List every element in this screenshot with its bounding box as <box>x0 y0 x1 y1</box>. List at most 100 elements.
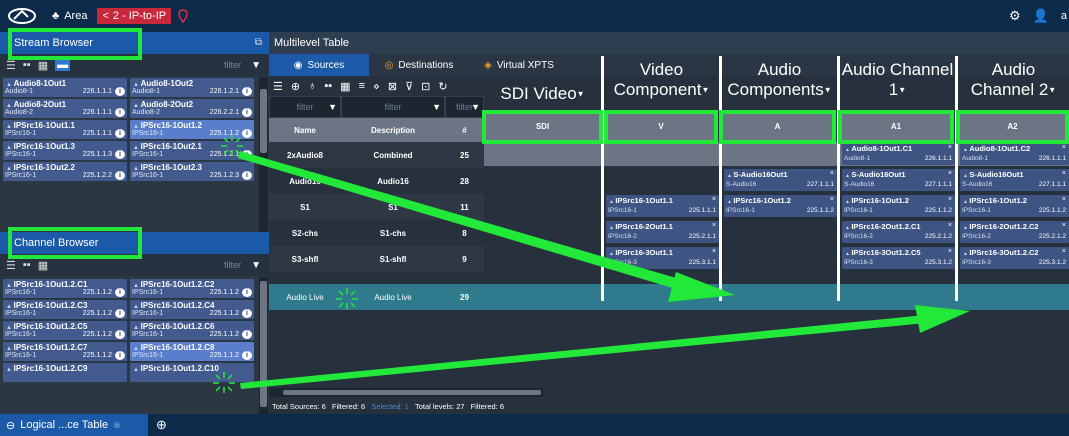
remove-icon[interactable]: × <box>948 170 952 177</box>
info-icon[interactable]: i <box>242 288 252 297</box>
tile-view-icon[interactable]: ▪▪ <box>23 259 31 271</box>
stream-scrollbar[interactable] <box>259 77 268 233</box>
channel-scrollbar[interactable] <box>259 277 268 414</box>
info-icon[interactable]: i <box>115 171 125 180</box>
stream-tile[interactable]: IPSrc16-1Out1.3IPSrc16-1 225.1.1.3i <box>3 141 127 160</box>
selected-row-levels[interactable] <box>484 284 1069 310</box>
col-header-number[interactable]: # <box>445 118 484 142</box>
add-tab-icon[interactable]: ⊕ <box>156 417 167 433</box>
stream-tile[interactable]: IPSrc16-1Out1.2.C7IPSrc16-1 225.1.1.2i <box>3 342 127 361</box>
stream-tile[interactable]: Audio8-2Out2Audio8-2 226.2.2.1i <box>130 99 254 118</box>
chip-a2-s2[interactable]: IPSrc16-2Out1.2.C2×IPSrc16-2225.2.1.2 <box>960 221 1069 243</box>
level-header-sdi[interactable]: SDI Video▼ <box>484 84 601 105</box>
remove-icon[interactable]: × <box>1062 222 1066 229</box>
stream-tile[interactable]: IPSrc16-1Out1.2.C10 <box>130 363 254 382</box>
stream-tile[interactable]: IPSrc16-1Out1.1IPSrc16-1 225.1.1.1i <box>3 120 127 139</box>
info-icon[interactable]: i <box>115 351 125 360</box>
remove-icon[interactable]: × <box>830 170 834 177</box>
info-icon[interactable]: i <box>242 108 252 117</box>
chip-a1-s3[interactable]: IPSrc16-3Out1.2.C5×IPSrc16-3225.3.1.2 <box>842 247 955 269</box>
name-filter-input[interactable]: filter ▼ <box>269 96 341 118</box>
stream-filter-input[interactable]: filter <box>224 60 241 70</box>
info-icon[interactable]: i <box>115 108 125 117</box>
info-icon[interactable]: i <box>242 150 252 159</box>
grid-view-icon[interactable]: ▦ <box>38 259 48 272</box>
stream-tile[interactable]: IPSrc16-1Out1.2.C2IPSrc16-1 225.1.1.2i <box>130 279 254 298</box>
info-icon[interactable]: i <box>242 129 252 138</box>
stream-tile[interactable]: IPSrc16-1Out1.2IPSrc16-1 225.1.1.2i <box>130 120 254 139</box>
table-row[interactable]: Audio16 Audio16 28 <box>269 168 484 194</box>
clear-filter-icon[interactable]: ⊠ <box>388 80 397 93</box>
chip-a-s1[interactable]: IPSrc16-1Out1.2×IPSrc16-1225.1.1.2 <box>724 195 837 217</box>
stream-tile[interactable]: IPSrc16-1Out2.3IPSrc16-1 225.1.2.3i <box>130 162 254 181</box>
stream-tile[interactable]: IPSrc16-1Out2.1IPSrc16-1 225.1.2.1i <box>130 141 254 160</box>
remove-icon[interactable]: × <box>830 196 834 203</box>
desc-filter-input[interactable]: filter ▼ <box>341 96 445 118</box>
user-icon[interactable]: 👤 <box>1033 8 1049 24</box>
chip-v-s2[interactable]: IPSrc16-2Out1.1×IPSrc16-2225.2.1.1 <box>606 221 719 243</box>
chip-a2-audio16[interactable]: S-Audio16Out1×S-Audio16227.1.1.1 <box>960 169 1069 191</box>
delete-icon[interactable]: ♁ <box>308 80 316 92</box>
tile-view-icon[interactable]: ▪▪ <box>23 59 31 71</box>
table-row[interactable]: S2-chs S1-chs 8 <box>269 220 484 246</box>
external-window-icon[interactable]: ⧉ <box>255 37 262 48</box>
stream-tile[interactable]: IPSrc16-1Out1.2.C3IPSrc16-1 225.1.1.2i <box>3 300 127 319</box>
info-icon[interactable]: i <box>115 150 125 159</box>
close-icon[interactable]: ⊗ <box>113 420 121 431</box>
stream-tile[interactable]: IPSrc16-1Out1.2.C9 <box>3 363 127 382</box>
remove-icon[interactable]: × <box>948 144 952 151</box>
info-icon[interactable]: i <box>115 288 125 297</box>
stream-tile[interactable]: IPSrc16-1Out1.2.C8IPSrc16-1 225.1.1.2i <box>130 342 254 361</box>
chip-a1-s2[interactable]: IPSrc16-2Out1.2.C1×IPSrc16-2225.2.1.2 <box>842 221 955 243</box>
compact-view-icon[interactable]: ▬ <box>55 59 71 71</box>
remove-icon[interactable]: × <box>948 222 952 229</box>
remove-icon[interactable]: × <box>712 248 716 255</box>
grid-view-icon[interactable]: ▦ <box>340 80 350 93</box>
stream-tile[interactable]: IPSrc16-1Out1.2.C6IPSrc16-1 225.1.1.2i <box>130 321 254 340</box>
remove-icon[interactable]: × <box>712 222 716 229</box>
list-view-icon[interactable]: ☰ <box>6 59 16 72</box>
chip-v-s1[interactable]: IPSrc16-1Out1.1×IPSrc16-1225.1.1.1 <box>606 195 719 217</box>
tile-view-icon[interactable]: ▪▪ <box>324 80 332 92</box>
sort-icon[interactable]: ⋄ <box>373 80 380 93</box>
remove-icon[interactable]: × <box>948 196 952 203</box>
level-header-audio-components[interactable]: Audio Components▼ <box>722 60 837 101</box>
num-filter-input[interactable]: filter ▼ <box>445 96 484 118</box>
remove-icon[interactable]: × <box>948 248 952 255</box>
chip-a1-s1[interactable]: IPSrc16-1Out1.2×IPSrc16-1225.1.1.2 <box>842 195 955 217</box>
col-header-description[interactable]: Description <box>341 118 445 142</box>
info-icon[interactable]: i <box>115 330 125 339</box>
filter-icon[interactable]: ⊽ <box>405 80 413 93</box>
breadcrumb[interactable]: < 2 - IP-to-IP <box>97 8 172 24</box>
funnel-icon[interactable]: ▼ <box>251 60 261 71</box>
menu-icon[interactable]: ☰ <box>273 80 283 93</box>
tab-sources[interactable]: ◉ Sources <box>269 54 369 76</box>
funnel-icon[interactable]: ▼ <box>251 260 261 271</box>
level-header-audio-ch2[interactable]: Audio Channel 2▼ <box>958 60 1069 101</box>
area-menu[interactable]: ♣ Area <box>52 10 87 22</box>
channel-filter-input[interactable]: filter <box>224 260 241 270</box>
remove-icon[interactable]: × <box>712 196 716 203</box>
chip-v-s3[interactable]: IPSrc16-3Out1.1×IPSrc16-3225.3.1.1 <box>606 247 719 269</box>
tab-virtual-xpts[interactable]: ◈ Virtual XPTS <box>469 54 569 76</box>
tab-destinations[interactable]: ◎ Destinations <box>369 54 469 76</box>
col-header-name[interactable]: Name <box>269 118 341 142</box>
stream-tile[interactable]: Audio8-2Out1Audio8-2 226.1.1.1i <box>3 99 127 118</box>
stream-tile[interactable]: IPSrc16-1Out2.2IPSrc16-1 225.1.2.2i <box>3 162 127 181</box>
stream-tile[interactable]: IPSrc16-1Out1.2.C4IPSrc16-1 225.1.1.2i <box>130 300 254 319</box>
gear-icon[interactable]: ⚙ <box>1009 8 1021 24</box>
chip-a-audio16[interactable]: S-Audio16Out1×S-Audio16227.1.1.1 <box>724 169 837 191</box>
stream-tile[interactable]: Audio8-1Out1Audio8-1 226.1.1.1i <box>3 78 127 97</box>
info-icon[interactable]: i <box>242 330 252 339</box>
remove-icon[interactable]: × <box>1062 196 1066 203</box>
chip-a1-audio16[interactable]: S-Audio16Out1×S-Audio16227.1.1.1 <box>842 169 955 191</box>
chip-a2-s3[interactable]: IPSrc16-3Out1.2.C2×IPSrc16-3225.3.1.2 <box>960 247 1069 269</box>
info-icon[interactable]: i <box>242 171 252 180</box>
table-row[interactable]: S3-shfl S1-shfl 9 <box>269 246 484 272</box>
list-view-icon[interactable]: ☰ <box>6 259 16 272</box>
table-row[interactable]: S1 S1 11 <box>269 194 484 220</box>
stream-tile[interactable]: IPSrc16-1Out1.2.C5IPSrc16-1 225.1.1.2i <box>3 321 127 340</box>
chip-a1-2xaudio8[interactable]: Audio8-1Out1.C1×Audio8-1226.1.1.1 <box>842 143 955 165</box>
stream-tile[interactable]: Audio8-1Out2Audio8-1 226.1.2.1i <box>130 78 254 97</box>
remove-icon[interactable]: × <box>1062 248 1066 255</box>
